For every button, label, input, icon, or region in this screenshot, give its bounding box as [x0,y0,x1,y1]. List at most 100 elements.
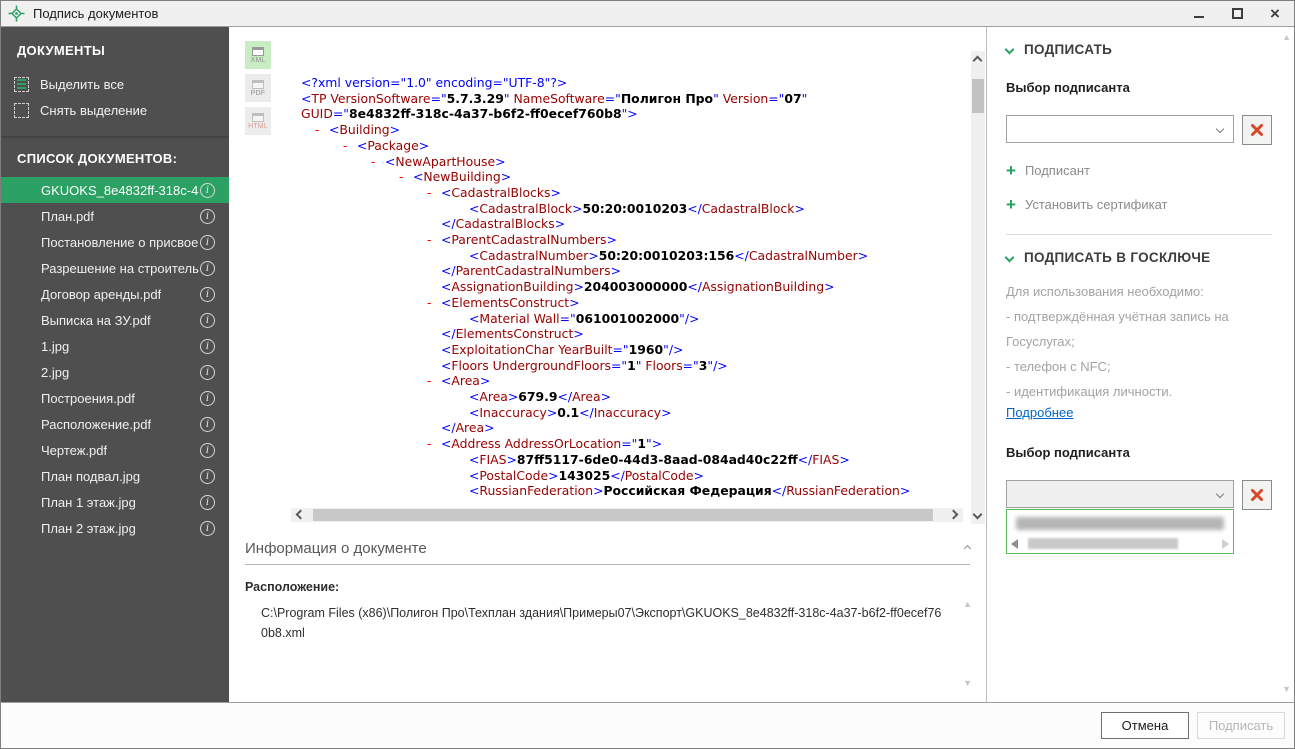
info-icon[interactable]: i [200,260,215,276]
scroll-left-icon[interactable] [1011,538,1018,549]
info-icon[interactable]: i [200,338,215,354]
horizontal-scroll-thumb[interactable] [313,509,933,521]
format-html-button[interactable]: HTML [245,107,271,135]
document-list-item[interactable]: План.pdf i [1,203,229,229]
info-icon[interactable]: i [200,312,215,328]
xml-collapse-icon[interactable]: - [427,185,441,201]
xml-line: - <Address AddressOrLocation="1"> [427,436,663,452]
goskey-requirement-line: Для использования необходимо: [1006,284,1204,299]
dropdown-horizontal-scrollbar[interactable] [1011,537,1229,550]
maximize-button[interactable] [1218,1,1256,26]
format-xml-button[interactable]: XML [245,41,271,69]
format-pdf-button[interactable]: PDF [245,74,271,102]
scroll-left-icon[interactable] [295,509,306,520]
scroll-right-icon[interactable] [948,509,959,520]
document-list-item[interactable]: Построения.pdf i [1,385,229,411]
xml-collapse-icon[interactable]: - [427,436,441,452]
scroll-right-icon[interactable] [1222,538,1229,549]
info-scroll-down-icon[interactable]: ▼ [963,678,972,688]
chevron-down-icon [1004,44,1015,55]
document-name: 2.jpg [41,364,70,380]
collapse-icon[interactable] [963,544,972,553]
select-all-button[interactable]: Выделить все [1,71,229,97]
install-certificate-button[interactable]: + Установить сертификат [1006,196,1272,213]
info-icon[interactable]: i [200,494,215,510]
sign-section-header[interactable]: ПОДПИСАТЬ [1004,42,1272,57]
xml-line: - <NewApartHouse> [371,153,506,170]
info-icon[interactable]: i [200,520,215,536]
document-list-item[interactable]: План 1 этаж.jpg i [1,489,229,515]
xml-line: - <NewBuilding> [399,169,512,185]
goskey-signer-dropdown [1006,509,1234,554]
info-icon[interactable]: i [200,208,215,224]
document-list-item[interactable]: План 2 этаж.jpg i [1,515,229,541]
vertical-scroll-thumb[interactable] [972,79,984,113]
document-path: C:\Program Files (x86)\Полигон Про\Техпл… [261,606,942,640]
footer-bar: Отмена Подписать [1,702,1294,748]
minimize-button[interactable] [1180,1,1218,26]
add-signer-button[interactable]: + Подписант [1006,162,1272,179]
panel-scroll-up-icon[interactable]: ▲ [1282,32,1291,42]
xml-collapse-icon[interactable]: - [427,373,441,389]
document-name: План.pdf [41,208,95,224]
document-list-item[interactable]: План подвал.jpg i [1,463,229,489]
xml-collapse-icon[interactable]: - [371,154,385,170]
document-list-item[interactable]: 2.jpg i [1,359,229,385]
info-icon[interactable]: i [200,416,215,432]
document-name: Построения.pdf [41,390,135,406]
info-scroll-up-icon[interactable]: ▲ [963,599,972,609]
sign-button[interactable]: Подписать [1197,712,1285,739]
info-icon[interactable]: i [200,468,215,484]
document-list-item[interactable]: Постановление о присвоен i [1,229,229,255]
clear-signer-button[interactable] [1242,115,1272,145]
cancel-button[interactable]: Отмена [1101,712,1189,739]
xml-collapse-icon[interactable]: - [315,122,329,138]
more-details-link[interactable]: Подробнее [1006,405,1073,420]
signer-combobox[interactable] [1006,115,1234,143]
scroll-up-icon[interactable] [972,55,983,66]
goskey-requirement-line: - идентификация личности. [1006,384,1173,399]
plus-icon: + [1006,195,1016,214]
goskey-requirements: Для использования необходимо: - подтвержд… [1006,279,1272,404]
deselect-all-button[interactable]: Снять выделение [1,97,229,123]
info-icon[interactable]: i [200,286,215,302]
horizontal-scrollbar[interactable] [291,508,963,522]
close-button[interactable]: × [1256,1,1294,26]
xml-collapse-icon[interactable]: - [427,295,441,311]
info-icon[interactable]: i [200,182,215,198]
clear-goskey-signer-button[interactable] [1242,480,1272,510]
xml-line: <AssignationBuilding>204003000000</Assig… [441,279,835,295]
xml-collapse-icon[interactable]: - [399,169,413,185]
xml-line: GUID="8e4832ff-318c-4a37-b6f2-ff0ecef760… [301,106,638,122]
document-list-item[interactable]: Договор аренды.pdf i [1,281,229,307]
goskey-signer-combobox[interactable] [1006,480,1234,508]
dropdown-scroll-thumb[interactable] [1028,538,1178,549]
scroll-down-icon[interactable] [972,509,983,520]
goskey-section-header[interactable]: ПОДПИСАТЬ В ГОСКЛЮЧЕ [1004,250,1272,265]
xml-line: <?xml version="1.0" encoding="UTF-8"?> [301,75,568,90]
info-icon[interactable]: i [200,234,215,250]
document-list-item[interactable]: Выписка на ЗУ.pdf i [1,307,229,333]
format-label: PDF [250,89,266,97]
xml-line: </Area> [441,420,495,436]
info-icon[interactable]: i [200,390,215,406]
document-info-header[interactable]: Информация о документе [229,529,986,564]
app-logo-icon [8,5,25,22]
xml-line: - <ElementsConstruct> [427,294,580,311]
document-list-item[interactable]: Расположение.pdf i [1,411,229,437]
goskey-signer-select-label: Выбор подписанта [1006,445,1130,460]
document-list-item[interactable]: Разрешение на строительст i [1,255,229,281]
xml-collapse-icon[interactable]: - [427,232,441,248]
plus-icon: + [1006,161,1016,180]
vertical-scrollbar[interactable] [971,51,985,524]
document-list-item[interactable]: GKUOKS_8e4832ff-318c-4a3 i [1,177,229,203]
info-icon[interactable]: i [200,364,215,380]
document-list-item[interactable]: 1.jpg i [1,333,229,359]
select-all-icon [14,76,29,92]
document-list-item[interactable]: Чертеж.pdf i [1,437,229,463]
signer-option-redacted[interactable] [1016,517,1224,530]
xml-collapse-icon[interactable]: - [343,138,357,154]
panel-scroll-down-icon[interactable]: ▼ [1282,684,1291,694]
info-icon[interactable]: i [200,442,215,458]
xml-line: <Material Wall="061001002000"/> [469,310,700,326]
